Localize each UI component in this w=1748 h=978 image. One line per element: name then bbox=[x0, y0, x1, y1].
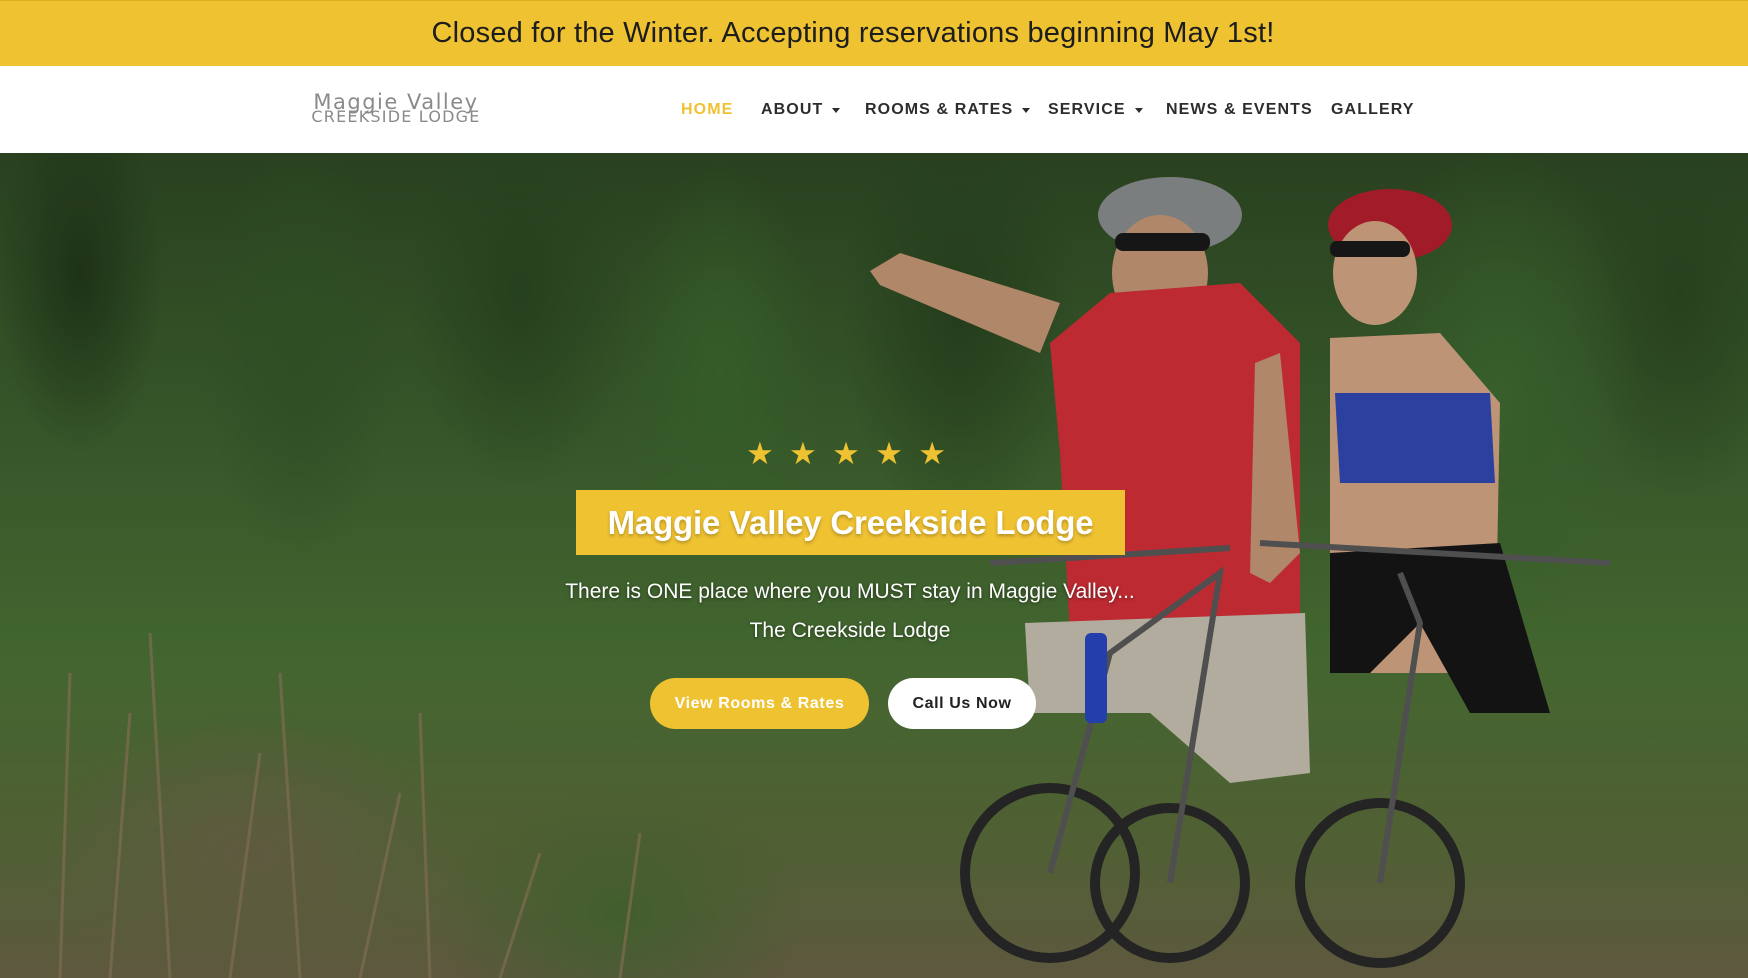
chevron-down-icon bbox=[1134, 107, 1143, 113]
nav-gallery-label: GALLERY bbox=[1331, 101, 1415, 118]
view-rooms-rates-button[interactable]: View Rooms & Rates bbox=[650, 678, 869, 729]
hero-tagline-2: The Creekside Lodge bbox=[749, 619, 951, 642]
nav-news-events[interactable]: NEWS & EVENTS bbox=[1166, 101, 1313, 119]
star-icon: ★ bbox=[746, 436, 774, 472]
nav-rooms-rates[interactable]: ROOMS & RATES bbox=[865, 101, 1031, 119]
star-icon: ★ bbox=[918, 436, 946, 472]
chevron-down-icon bbox=[832, 107, 841, 113]
rating-stars: ★ ★ ★ ★ ★ bbox=[746, 437, 946, 471]
hero-title-box: Maggie Valley Creekside Lodge bbox=[576, 490, 1125, 555]
star-icon: ★ bbox=[875, 436, 903, 472]
hero-title: Maggie Valley Creekside Lodge bbox=[607, 503, 1094, 541]
nav-about-label: ABOUT bbox=[761, 101, 824, 118]
call-us-now-button[interactable]: Call Us Now bbox=[888, 678, 1036, 729]
nav-service-label: SERVICE bbox=[1048, 101, 1126, 118]
site-header: Maggie Valley CREEKSIDE LODGE HOME ABOUT… bbox=[0, 66, 1748, 153]
nav-rooms-rates-label: ROOMS & RATES bbox=[865, 101, 1014, 118]
nav-service[interactable]: SERVICE bbox=[1048, 101, 1143, 119]
nav-about[interactable]: ABOUT bbox=[761, 101, 841, 119]
main-nav: HOME ABOUT ROOMS & RATES SERVICE NEWS & … bbox=[0, 66, 1748, 153]
nav-home-label: HOME bbox=[681, 101, 734, 118]
hero-overlay bbox=[0, 153, 1748, 978]
announcement-bar: Closed for the Winter. Accepting reserva… bbox=[0, 0, 1748, 66]
nav-news-events-label: NEWS & EVENTS bbox=[1166, 101, 1313, 118]
nav-gallery[interactable]: GALLERY bbox=[1331, 101, 1415, 119]
chevron-down-icon bbox=[1022, 107, 1031, 113]
star-icon: ★ bbox=[832, 436, 860, 472]
nav-home[interactable]: HOME bbox=[681, 101, 733, 119]
star-icon: ★ bbox=[789, 436, 817, 472]
hero-tagline: There is ONE place where you MUST stay i… bbox=[565, 580, 1135, 603]
hero-banner: ★ ★ ★ ★ ★ Maggie Valley Creekside Lodge … bbox=[0, 153, 1748, 978]
announcement-text: Closed for the Winter. Accepting reserva… bbox=[431, 17, 1275, 49]
